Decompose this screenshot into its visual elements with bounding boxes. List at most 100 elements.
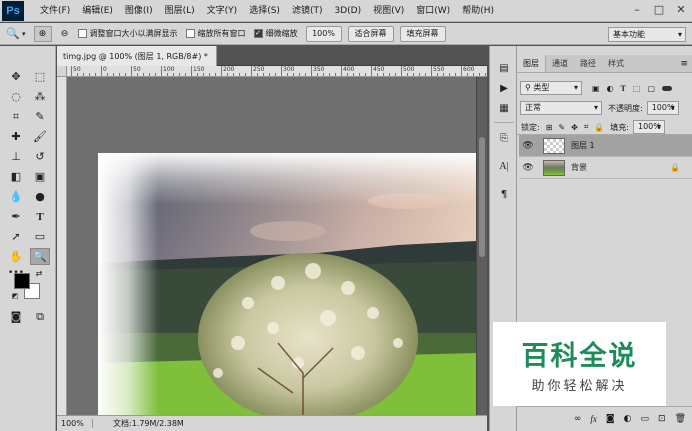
link-layers-icon[interactable]: ∞ — [574, 414, 582, 424]
workspace-select[interactable]: 基本功能 — [608, 27, 686, 42]
zoom-in-icon[interactable]: ⊕ — [33, 25, 52, 42]
magic-wand-tool-icon[interactable]: ⁂ — [30, 88, 50, 105]
menu-layer[interactable]: 图层(L) — [159, 0, 201, 22]
default-colors-icon[interactable]: ◩ — [10, 291, 20, 301]
tab-layers[interactable]: 图层 — [517, 55, 546, 72]
marquee-tool-icon[interactable]: ⬚ — [30, 68, 50, 85]
menu-select[interactable]: 选择(S) — [243, 0, 286, 22]
clone-stamp-tool-icon[interactable]: ⊥ — [6, 148, 26, 165]
dodge-tool-icon[interactable]: ● — [30, 188, 50, 205]
document-tab[interactable]: timg.jpg @ 100% (图层 1, RGB/8#) * × — [57, 46, 223, 66]
shape-tool-icon[interactable]: ▭ — [30, 228, 50, 245]
resize-windows-checkbox[interactable]: 调整窗口大小以满屏显示 — [77, 28, 178, 39]
lasso-tool-icon[interactable]: ◌ — [6, 88, 26, 105]
menu-type[interactable]: 文字(Y) — [201, 0, 244, 22]
filter-adjustment-icon[interactable]: ◐ — [607, 84, 614, 93]
close-icon[interactable]: ✕ — [670, 0, 692, 20]
tab-styles[interactable]: 样式 — [602, 55, 630, 72]
filter-pixel-icon[interactable]: ▣ — [592, 84, 600, 93]
menu-3d[interactable]: 3D(D) — [328, 0, 367, 22]
tab-channels[interactable]: 通道 — [546, 55, 574, 72]
paragraph-panel-icon[interactable]: ¶ — [495, 186, 513, 202]
eye-icon[interactable]: 👁 — [519, 163, 537, 173]
scrollbar-thumb[interactable] — [479, 137, 485, 257]
character-panel-icon[interactable]: A| — [495, 158, 513, 174]
lock-position-icon[interactable]: ✥ — [571, 123, 578, 132]
filter-type-icon[interactable]: T — [621, 84, 626, 93]
lock-transparent-icon[interactable]: ⊞ — [546, 123, 553, 132]
swap-colors-icon[interactable]: ⇄ — [34, 268, 44, 278]
blur-tool-icon[interactable]: 💧 — [6, 188, 26, 205]
brush-tool-icon[interactable]: 🖌 — [30, 128, 50, 145]
menu-window[interactable]: 窗口(W) — [410, 0, 456, 22]
properties-panel-icon[interactable]: ▦ — [495, 100, 513, 116]
quick-mask-icon[interactable]: ◙ — [6, 308, 26, 325]
history-brush-tool-icon[interactable]: ↺ — [30, 148, 50, 165]
zoom-all-checkbox[interactable]: 缩放所有窗口 — [185, 28, 246, 39]
eyedropper-tool-icon[interactable]: ✎ — [30, 108, 50, 125]
filter-toggle-icon[interactable] — [662, 85, 673, 91]
path-selection-tool-icon[interactable]: ➚ — [6, 228, 26, 245]
layer-name[interactable]: 背景 — [571, 162, 587, 173]
maximize-icon[interactable]: □ — [648, 0, 670, 20]
lock-pixels-icon[interactable]: ✎ — [558, 123, 565, 132]
menu-view[interactable]: 视图(V) — [367, 0, 410, 22]
layer-row[interactable]: 👁 图层 1 — [519, 135, 692, 157]
clone-source-panel-icon[interactable]: ⎘ — [495, 130, 513, 146]
menu-file[interactable]: 文件(F) — [34, 0, 76, 22]
tool-preset-dropdown-icon[interactable]: ▾ — [22, 30, 26, 38]
new-group-icon[interactable]: ▭ — [641, 414, 650, 424]
move-tool-icon[interactable]: ✥ — [6, 68, 26, 85]
delete-layer-icon[interactable]: 🗑 — [675, 414, 686, 424]
tab-paths[interactable]: 路径 — [574, 55, 602, 72]
menu-filter[interactable]: 滤镜(T) — [286, 0, 329, 22]
gradient-tool-icon[interactable]: ▣ — [30, 168, 50, 185]
menu-help[interactable]: 帮助(H) — [456, 0, 500, 22]
zoom-out-icon[interactable]: ⊖ — [56, 26, 74, 42]
panel-menu-icon[interactable]: ≡ — [680, 55, 688, 73]
filter-smart-object-icon[interactable]: ▢ — [647, 84, 655, 93]
zoom-tool-icon[interactable]: 🔍 — [30, 248, 50, 265]
lock-all-icon[interactable]: 🔒 — [594, 123, 604, 132]
opacity-input[interactable]: 100% — [646, 101, 679, 115]
blend-mode-select[interactable]: 正常 — [520, 101, 602, 115]
horizontal-ruler[interactable]: 50 0 50 100 150 200 250 300 350 400 450 500 550 600 — [67, 66, 487, 77]
screen-mode-icon[interactable]: ⧉ — [30, 308, 50, 325]
menu-edit[interactable]: 编辑(E) — [76, 0, 119, 22]
foreground-color-swatch[interactable] — [14, 273, 30, 289]
type-tool-icon[interactable]: T — [30, 208, 50, 225]
lock-artboard-icon[interactable]: ⌗ — [584, 122, 589, 132]
layer-row[interactable]: 👁 背景 🔒 — [519, 157, 692, 179]
status-zoom[interactable]: 100% — [57, 419, 93, 428]
actions-panel-icon[interactable]: ▶ — [495, 80, 513, 96]
healing-brush-tool-icon[interactable]: ✚ — [6, 128, 26, 145]
canvas-area[interactable] — [67, 77, 476, 415]
document-canvas[interactable] — [98, 153, 476, 415]
ruler-tick — [245, 73, 246, 76]
scrubby-zoom-checkbox[interactable]: ✓ 细微缩放 — [253, 28, 298, 39]
fill-screen-button[interactable]: 填充屏幕 — [399, 25, 446, 42]
filter-kind-select[interactable]: ⚲ 类型 — [520, 81, 582, 95]
vertical-ruler[interactable] — [57, 77, 67, 415]
fx-icon[interactable]: fx — [590, 414, 597, 424]
add-mask-icon[interactable]: ◙ — [606, 414, 615, 424]
adjustment-layer-icon[interactable]: ◐ — [624, 414, 632, 424]
filter-shape-icon[interactable]: ⬚ — [633, 84, 641, 93]
minimize-icon[interactable]: – — [626, 0, 648, 20]
new-layer-icon[interactable]: ⊡ — [658, 414, 666, 424]
eraser-tool-icon[interactable]: ◧ — [6, 168, 26, 185]
crop-tool-icon[interactable]: ⌗ — [6, 108, 26, 125]
layer-name[interactable]: 图层 1 — [571, 140, 595, 151]
hand-tool-icon[interactable]: ✋ — [6, 248, 26, 265]
fill-input[interactable]: 100% — [633, 120, 665, 134]
history-panel-icon[interactable]: ▤ — [495, 60, 513, 76]
eye-icon[interactable]: 👁 — [519, 141, 537, 151]
pen-tool-icon[interactable]: ✒ — [6, 208, 26, 225]
menu-list: 文件(F) 编辑(E) 图像(I) 图层(L) 文字(Y) 选择(S) 滤镜(T… — [34, 0, 500, 22]
vertical-scrollbar[interactable] — [476, 77, 487, 415]
menu-image[interactable]: 图像(I) — [119, 0, 159, 22]
zoom-tool-icon[interactable]: 🔍 — [6, 27, 20, 40]
fit-screen-button[interactable]: 适合屏幕 — [347, 25, 394, 42]
zoom-value-button[interactable]: 100% — [305, 25, 342, 42]
ruler-tick — [287, 73, 288, 76]
